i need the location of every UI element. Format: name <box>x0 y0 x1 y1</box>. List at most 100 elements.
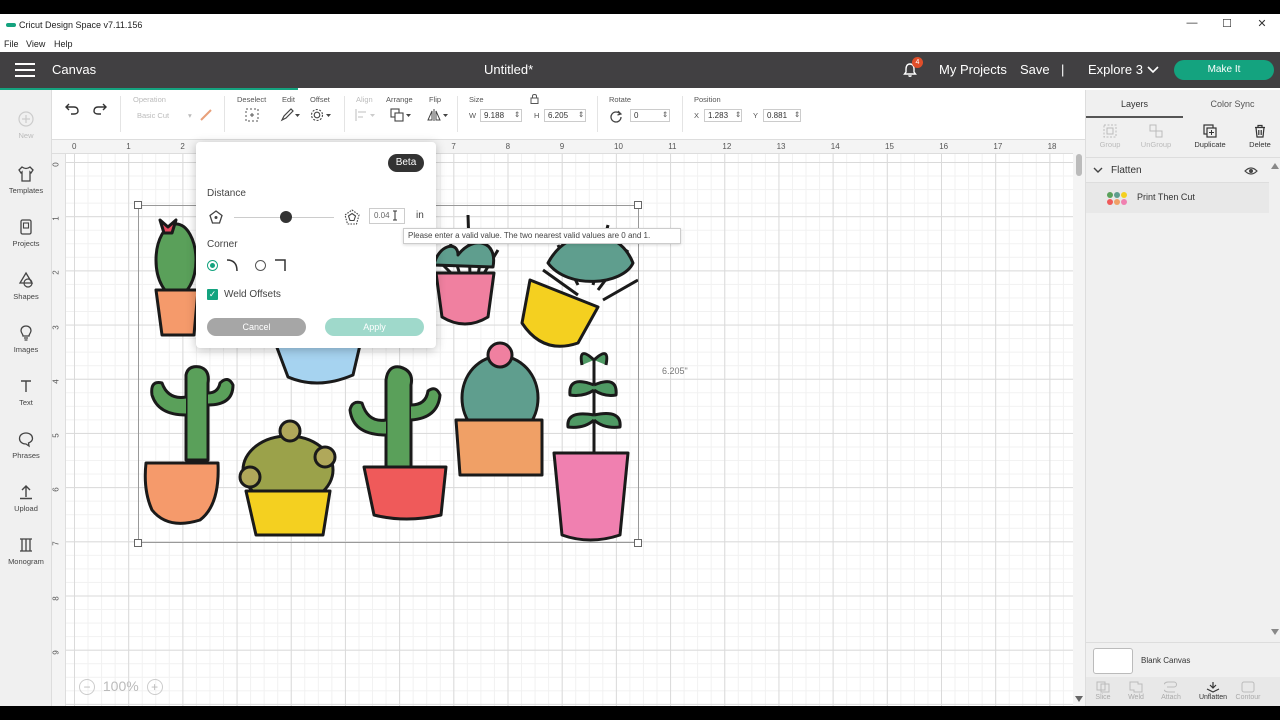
hamburger-menu-icon[interactable] <box>15 63 35 77</box>
offset-label: Offset <box>310 95 330 104</box>
operation-select[interactable]: Basic Cut <box>137 111 169 120</box>
layer-group-row[interactable]: Flatten <box>1086 159 1269 183</box>
corner-square-radio[interactable] <box>255 260 266 271</box>
chevron-down-icon[interactable] <box>1093 167 1103 174</box>
ruler-tick-label: 10 <box>614 142 623 151</box>
resize-handle[interactable] <box>134 201 142 209</box>
ruler-tick-label: 15 <box>885 142 894 151</box>
layer-row-print-then-cut[interactable]: Print Then Cut <box>1086 183 1269 213</box>
ruler-tick-label: 8 <box>505 142 511 151</box>
app-window: Cricut Design Space v7.11.156 — ☐ ✕ File… <box>0 14 1280 706</box>
sidebar-item-images[interactable]: Images <box>0 324 52 354</box>
ruler-tick-label: 6 <box>51 487 61 492</box>
align-icon[interactable] <box>354 108 376 122</box>
section-title: Canvas <box>52 62 97 77</box>
canvas-vertical-scrollbar[interactable] <box>1073 140 1085 706</box>
shapes-icon <box>18 271 34 288</box>
canvas-horizontal-scrollbar[interactable] <box>66 704 1073 706</box>
lock-icon[interactable] <box>530 93 539 104</box>
make-it-button[interactable]: Make It <box>1174 60 1274 80</box>
minimize-button[interactable]: — <box>1182 17 1202 29</box>
chevron-down-icon[interactable] <box>1147 66 1159 74</box>
canvas-color-swatch[interactable] <box>1093 648 1133 674</box>
y-prefix: Y <box>753 111 759 120</box>
close-button[interactable]: ✕ <box>1252 17 1272 30</box>
flip-icon[interactable] <box>427 108 449 122</box>
sidebar-item-text[interactable]: Text <box>0 377 52 407</box>
weld-offsets-checkbox[interactable]: ✓ <box>207 289 218 300</box>
cancel-button[interactable]: Cancel <box>207 318 306 336</box>
sidebar-item-label: New <box>18 131 34 140</box>
corner-rounded-radio[interactable] <box>207 260 218 271</box>
duplicate-button[interactable]: Duplicate <box>1186 124 1234 149</box>
arrange-icon[interactable] <box>390 108 412 122</box>
menu-help[interactable]: Help <box>54 39 73 49</box>
resize-handle[interactable] <box>134 539 142 547</box>
attach-button[interactable]: Attach <box>1154 681 1188 701</box>
resize-handle[interactable] <box>634 539 642 547</box>
zoom-in-button[interactable]: + <box>146 679 163 695</box>
duplicate-label: Duplicate <box>1194 140 1226 149</box>
offset-panel: Beta Distance 0.04 in Corner ✓ Weld Offs… <box>196 142 436 348</box>
apply-button[interactable]: Apply <box>325 318 424 336</box>
sidebar-item-monogram[interactable]: Monogram <box>0 536 52 566</box>
weld-button[interactable]: Weld <box>1119 681 1153 701</box>
slice-button[interactable]: Slice <box>1086 681 1120 701</box>
square-corner-icon <box>275 259 286 271</box>
sidebar-item-shapes[interactable]: Shapes <box>0 271 52 301</box>
deselect-icon[interactable] <box>245 108 259 122</box>
contour-button[interactable]: Contour <box>1231 681 1265 701</box>
redo-icon[interactable] <box>92 101 108 115</box>
sidebar-item-phrases[interactable]: Phrases <box>0 430 52 460</box>
unflatten-button[interactable]: Unflatten <box>1196 681 1230 701</box>
blank-canvas-row[interactable]: Blank Canvas <box>1086 642 1280 676</box>
header-separator: | <box>1061 62 1065 77</box>
group-label: Group <box>1099 140 1121 149</box>
delete-button[interactable]: Delete <box>1236 124 1280 149</box>
tab-color-sync[interactable]: Color Sync <box>1184 90 1280 118</box>
ruler-tick-label: 9 <box>51 650 61 655</box>
y-value: 0.881 <box>767 111 788 120</box>
scroll-down-arrow-icon[interactable] <box>1075 696 1083 702</box>
ungroup-button[interactable]: UnGroup <box>1132 124 1180 149</box>
rotate-icon[interactable] <box>609 109 623 123</box>
sidebar-item-label: Monogram <box>8 557 44 566</box>
beta-badge: Beta <box>388 154 424 172</box>
scroll-thumb[interactable] <box>1076 154 1082 176</box>
group-button[interactable]: Group <box>1086 124 1134 149</box>
ruler-tick-label: 5 <box>51 433 61 438</box>
zoom-out-button[interactable]: − <box>79 679 95 695</box>
sidebar-item-templates[interactable]: Templates <box>0 165 52 195</box>
title-bar: Cricut Design Space v7.11.156 — ☐ ✕ <box>0 14 1280 36</box>
save-link[interactable]: Save <box>1020 62 1050 77</box>
zoom-control: − 100% + <box>79 678 163 695</box>
scroll-up-arrow-icon[interactable] <box>1271 163 1279 169</box>
monogram-icon <box>20 538 32 552</box>
ruler-tick-label: 0 <box>51 162 61 167</box>
sidebar-item-upload[interactable]: Upload <box>0 483 52 513</box>
scroll-down-arrow-icon[interactable] <box>1271 629 1279 635</box>
group-icon <box>1103 124 1117 138</box>
sidebar-item-new[interactable]: New <box>0 110 52 140</box>
edit-icon[interactable] <box>280 108 300 122</box>
undo-icon[interactable] <box>64 101 80 115</box>
ungroup-label: UnGroup <box>1140 140 1172 149</box>
resize-handle[interactable] <box>634 201 642 209</box>
app-title: Cricut Design Space v7.11.156 <box>19 20 143 30</box>
panel-scrollbar[interactable] <box>1269 159 1280 637</box>
my-projects-link[interactable]: My Projects <box>939 62 1007 77</box>
eye-icon[interactable] <box>1244 166 1258 176</box>
distance-input[interactable]: 0.04 <box>369 208 405 224</box>
maximize-button[interactable]: ☐ <box>1217 17 1237 30</box>
distance-slider-handle[interactable] <box>280 211 292 223</box>
machine-select[interactable]: Explore 3 <box>1088 62 1143 77</box>
height-value: 6.205 <box>548 111 569 120</box>
menu-view[interactable]: View <box>26 39 45 49</box>
tab-layers[interactable]: Layers <box>1086 90 1183 118</box>
ruler-tick-label: 16 <box>939 142 949 151</box>
sidebar-item-label: Templates <box>8 186 44 195</box>
offset-icon[interactable] <box>310 108 332 122</box>
menu-file[interactable]: File <box>4 39 19 49</box>
sidebar-item-projects[interactable]: Projects <box>0 218 52 248</box>
slice-icon <box>1096 681 1110 693</box>
